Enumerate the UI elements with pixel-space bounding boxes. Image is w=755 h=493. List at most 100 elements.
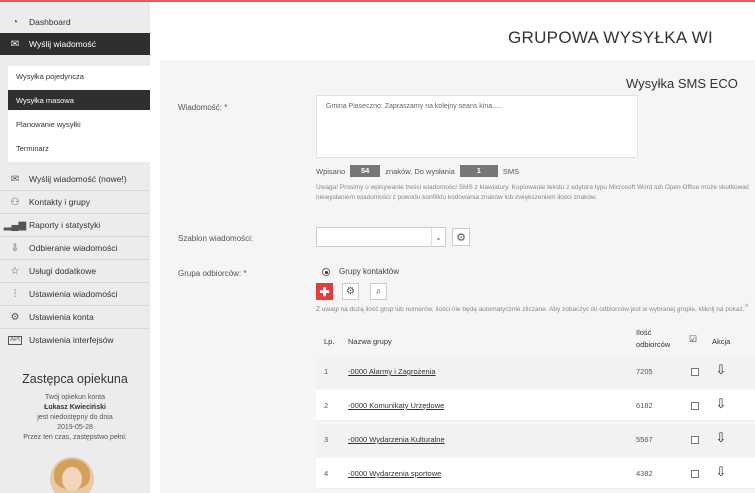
deputy-text: Przez ten czas, zastępstwo pełni:: [23, 434, 127, 441]
download-icon[interactable]: ⇩: [711, 463, 731, 481]
template-settings-button[interactable]: ⚙: [452, 228, 470, 246]
sidebar-item-label: Wyślij wiadomość (nowe!): [29, 174, 127, 184]
deputy-text: Twój opiekun konta: [45, 394, 105, 401]
copy-paste-warning: Uwaga! Prosimy o wpisywanie treści wiado…: [316, 184, 750, 201]
recipient-count: 6182: [636, 401, 653, 410]
character-counter: Wpisano 54 znaków. Do wysłania 1 SMS: [316, 165, 519, 177]
gear-icon: ⚙: [456, 231, 466, 244]
submenu-item-single[interactable]: Wysyłka pojedyncza: [8, 66, 150, 86]
row-number: 1: [324, 367, 329, 376]
submenu-label: Terminarz: [16, 143, 49, 153]
group-settings-button[interactable]: ⚙: [342, 283, 359, 300]
group-name-link[interactable]: -0000 Alarmy i Zagrożenia: [348, 367, 436, 376]
page-title: GRUPOWA WYSYŁKA WI: [508, 28, 714, 47]
dashboard-icon: ◔: [11, 16, 19, 28]
submenu-label: Wysyłka pojedyncza: [16, 71, 84, 81]
contact-groups-radio[interactable]: [322, 268, 330, 276]
submenu-item-planning[interactable]: Planowanie wysyłki: [8, 114, 150, 134]
row-number: 4: [324, 469, 329, 478]
submenu-item-calendar[interactable]: Terminarz: [8, 138, 150, 158]
send-submenu: Wysyłka pojedyncza Wysyłka masowa Planow…: [8, 66, 150, 162]
gear-icon: ⚙: [10, 311, 20, 323]
column-header-count: odbiorców: [636, 340, 671, 349]
sidebar-item-send-message[interactable]: ✉ Wyślij wiadomość: [0, 33, 150, 55]
recipients-label: Grupa odbiorców: *: [178, 269, 247, 278]
row-number: 2: [324, 401, 329, 410]
envelope-icon: ✉: [10, 38, 20, 50]
avatar: [50, 457, 94, 493]
sidebar-item-label: Wyślij wiadomość: [29, 39, 96, 49]
sidebar-item-interface-settings[interactable]: API Ustawienia interfejsów: [0, 329, 150, 351]
group-name-link[interactable]: -0000 Wydarzenia sportowe: [348, 469, 441, 478]
template-label: Szablon wiadomości:: [178, 234, 254, 243]
counter-middle: znaków. Do wysłania: [385, 166, 455, 176]
deputy-title: Zastępca opiekuna: [22, 372, 128, 386]
radio-label: Grupy kontaktów: [339, 267, 400, 276]
sidebar-item-account-settings[interactable]: ⚙ Ustawienia konta: [0, 306, 150, 328]
download-icon: ⇩: [10, 242, 20, 254]
download-icon[interactable]: ⇩: [711, 395, 731, 413]
row-number: 3: [324, 435, 329, 444]
download-icon[interactable]: ⇩: [711, 429, 731, 447]
sidebar-item-label: Ustawienia wiadomości: [29, 289, 118, 299]
sidebar-item-contacts[interactable]: ⚇ Kontakty i grupy: [0, 191, 150, 213]
column-header-name: Nazwa grupy: [348, 337, 392, 346]
select-all-icon[interactable]: ☑: [689, 334, 697, 345]
sliders-icon: ⫶: [13, 288, 17, 300]
row-checkbox[interactable]: [691, 402, 699, 410]
table-row: 1 -0000 Alarmy i Zagrożenia 7205 ⇩: [316, 356, 755, 387]
gear-icon: ⚙: [346, 286, 355, 297]
counter-prefix: Wpisano: [316, 166, 346, 176]
sidebar-item-reports[interactable]: ▂▄▆ Raporty i statystyki: [0, 214, 150, 236]
table-row: 4 -0000 Wydarzenia sportowe 4382 ⇩: [316, 458, 755, 489]
api-icon: API: [8, 335, 22, 345]
row-checkbox[interactable]: [691, 436, 699, 444]
sidebar-item-label: Odbieranie wiadomości: [29, 243, 118, 253]
column-header-action: Akcja: [712, 337, 731, 346]
add-group-button[interactable]: ✚: [316, 283, 333, 300]
scroll-up-icon[interactable]: ^: [745, 304, 748, 311]
search-group-button[interactable]: ⌕: [370, 283, 387, 300]
table-header: Lp. Nazwa grupy Ilość odbiorców ☑ Akcja: [316, 326, 755, 356]
sidebar-item-receiving[interactable]: ⇩ Odbieranie wiadomości: [0, 237, 150, 259]
plus-icon: ✚: [319, 284, 330, 299]
column-header-lp: Lp.: [324, 337, 335, 346]
sidebar-item-extra-services[interactable]: ☆ Usługi dodatkowe: [0, 260, 150, 282]
row-checkbox[interactable]: [691, 368, 699, 376]
sidebar-item-dashboard[interactable]: ◔ Dashboard: [0, 11, 150, 33]
row-checkbox[interactable]: [691, 470, 699, 478]
deputy-date: 2019-05-28: [57, 424, 93, 431]
sidebar-item-label: Ustawienia konta: [29, 312, 94, 322]
char-count-badge: 54: [350, 165, 381, 177]
section-subtitle: Wysyłka SMS ECO: [626, 76, 738, 91]
sidebar-item-message-settings[interactable]: ⫶ Ustawienia wiadomości: [0, 283, 150, 305]
deputy-name: Łukasz Kwieciński: [44, 404, 106, 411]
table-row: 3 -0000 Wydarzenia Kulturalne 5567 ⇩: [316, 424, 755, 455]
search-icon: ⌕: [375, 286, 382, 297]
template-select[interactable]: ⌄: [316, 227, 446, 247]
table-row: 2 -0000 Komunikaty Urzędowe 6182 ⇩: [316, 390, 755, 421]
sidebar-item-label: Usługi dodatkowe: [29, 266, 97, 276]
column-header-count: Ilość: [636, 328, 652, 337]
submenu-item-mass[interactable]: Wysyłka masowa: [8, 90, 150, 110]
sidebar-item-label: Ustawienia interfejsów: [29, 335, 114, 345]
sidebar-item-label: Raporty i statystyki: [29, 220, 101, 230]
message-textarea[interactable]: Gmina Piaseczno: Zapraszamy na kolejny s…: [316, 95, 638, 158]
envelope-icon: ✉: [10, 173, 20, 185]
group-name-link[interactable]: -0000 Wydarzenia Kulturalne: [348, 435, 445, 444]
sidebar-item-send-message-new[interactable]: ✉ Wyślij wiadomość (nowe!): [0, 168, 150, 190]
recipient-count: 7205: [636, 367, 653, 376]
bar-chart-icon: ▂▄▆: [3, 219, 27, 231]
deputy-text: jest niedostępny do dnia: [37, 414, 113, 421]
sms-count-badge: 1: [459, 165, 498, 177]
submenu-label: Planowanie wysyłki: [16, 119, 81, 129]
star-icon: ☆: [10, 265, 20, 277]
contacts-icon: ⚇: [10, 196, 20, 208]
sidebar-item-label: Dashboard: [29, 17, 71, 27]
chevron-down-icon: ⌄: [431, 228, 445, 246]
sidebar: ◔ Dashboard ✉ Wyślij wiadomość Wysyłka p…: [0, 2, 150, 493]
download-icon[interactable]: ⇩: [711, 361, 731, 379]
message-label: Wiadomość: *: [178, 103, 228, 112]
counter-suffix: SMS: [502, 166, 520, 176]
group-name-link[interactable]: -0000 Komunikaty Urzędowe: [348, 401, 444, 410]
